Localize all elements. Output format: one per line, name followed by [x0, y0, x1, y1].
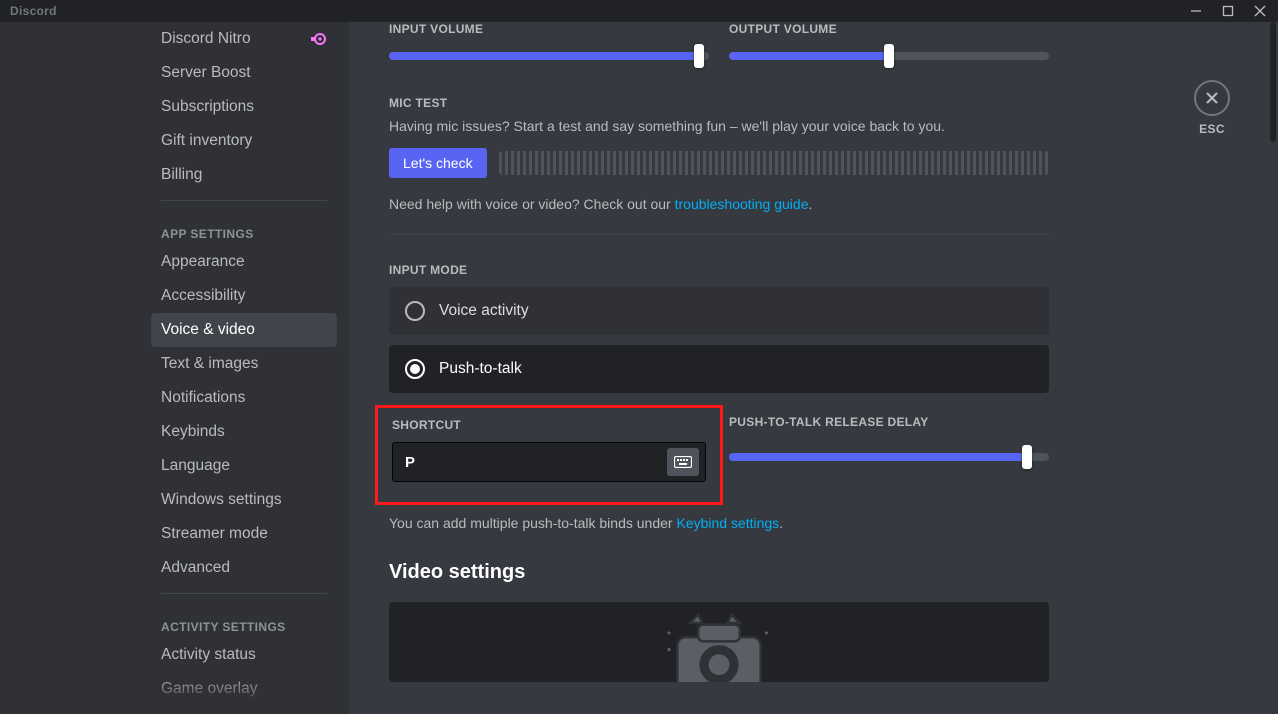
sidebar-item[interactable]: Notifications — [151, 381, 337, 415]
sidebar-item[interactable]: Gift inventory — [151, 124, 337, 158]
sidebar-item-label: Server Boost — [161, 63, 251, 83]
output-volume-label: OUTPUT VOLUME — [729, 22, 1049, 36]
mic-test-button[interactable]: Let's check — [389, 148, 487, 178]
mic-test-description: Having mic issues? Start a test and say … — [389, 118, 1049, 134]
shortcut-value: P — [405, 454, 415, 471]
video-preview-placeholder[interactable] — [389, 602, 1049, 682]
sidebar-item-label: Appearance — [161, 252, 245, 272]
sidebar-item-label: Streamer mode — [161, 524, 268, 544]
nitro-badge-icon — [309, 32, 327, 46]
radio-label: Voice activity — [439, 302, 529, 320]
titlebar: Discord — [0, 0, 1278, 22]
keyboard-icon — [674, 456, 692, 468]
volume-sliders-partial: INPUT VOLUME OUTPUT VOLUME — [389, 22, 1049, 36]
close-settings-button[interactable] — [1194, 80, 1230, 116]
input-mode-push-to-talk[interactable]: Push-to-talk — [389, 345, 1049, 393]
sidebar-item[interactable]: Server Boost — [151, 56, 337, 90]
sidebar-item-label: Keybinds — [161, 422, 225, 442]
sidebar-item-label: Text & images — [161, 354, 258, 374]
sidebar-item-label: Advanced — [161, 558, 230, 578]
sidebar-divider — [161, 200, 327, 201]
sidebar-item[interactable]: Activity status — [151, 638, 337, 672]
close-window-button[interactable] — [1246, 0, 1274, 22]
radio-label: Push-to-talk — [439, 360, 522, 378]
settings-sidebar: Discord Nitro Server Boost Subscriptions Gi… — [0, 22, 349, 714]
sidebar-item[interactable]: Text & images — [151, 347, 337, 381]
voice-help-text: Need help with voice or video? Check out… — [389, 196, 1049, 212]
sidebar-item-label: Activity status — [161, 645, 256, 665]
sidebar-item[interactable]: Windows settings — [151, 483, 337, 517]
mic-level-meter — [499, 151, 1049, 175]
close-settings: ESC — [1194, 80, 1230, 136]
ptt-release-delay-slider[interactable] — [729, 445, 1049, 469]
sidebar-group-header: ACTIVITY SETTINGS — [151, 602, 337, 638]
shortcut-section-highlight: SHORTCUT P — [375, 405, 723, 505]
sidebar-item-label: Discord Nitro — [161, 29, 251, 49]
sidebar-item-label: Language — [161, 456, 230, 476]
sidebar-item-label: Notifications — [161, 388, 245, 408]
sidebar-item-label: Gift inventory — [161, 131, 252, 151]
sidebar-item-label: Accessibility — [161, 286, 245, 306]
sidebar-item-label: Billing — [161, 165, 202, 185]
ptt-binds-note: You can add multiple push-to-talk binds … — [389, 515, 1049, 531]
video-settings-header: Video settings — [389, 561, 1049, 584]
sidebar-divider — [161, 593, 327, 594]
window-controls — [1182, 0, 1274, 22]
sidebar-item[interactable]: Billing — [151, 158, 337, 192]
keyboard-icon-button[interactable] — [667, 448, 699, 476]
radio-icon — [405, 359, 425, 379]
settings-content: INPUT VOLUME OUTPUT VOLUME — [349, 22, 1089, 714]
sidebar-item[interactable]: Discord Nitro — [151, 22, 337, 56]
sidebar-item-label: Windows settings — [161, 490, 282, 510]
input-mode-header: INPUT MODE — [389, 263, 1049, 277]
troubleshooting-link[interactable]: troubleshooting guide — [675, 196, 809, 212]
sidebar-group-header: APP SETTINGS — [151, 209, 337, 245]
minimize-button[interactable] — [1182, 0, 1210, 22]
sidebar-item[interactable]: Subscriptions — [151, 90, 337, 124]
input-volume-slider[interactable] — [389, 44, 709, 68]
camera-placeholder-icon — [639, 608, 799, 682]
divider — [389, 234, 1049, 235]
sidebar-item[interactable]: Game overlay — [151, 672, 337, 706]
sidebar-item-label: Voice & video — [161, 320, 255, 340]
sidebar-item[interactable]: Streamer mode — [151, 517, 337, 551]
shortcut-input[interactable]: P — [392, 442, 706, 482]
keybind-settings-link[interactable]: Keybind settings — [676, 515, 779, 531]
sidebar-item[interactable]: Language — [151, 449, 337, 483]
shortcut-header: SHORTCUT — [392, 418, 706, 432]
mic-test-header: MIC TEST — [389, 96, 1049, 110]
sidebar-item-label: Game overlay — [161, 679, 257, 699]
sidebar-item[interactable]: Appearance — [151, 245, 337, 279]
maximize-button[interactable] — [1214, 0, 1242, 22]
scrollbar-thumb[interactable] — [1270, 22, 1276, 142]
radio-icon — [405, 301, 425, 321]
output-volume-slider[interactable] — [729, 44, 1049, 68]
sidebar-item[interactable]: Keybinds — [151, 415, 337, 449]
ptt-delay-header: PUSH-TO-TALK RELEASE DELAY — [729, 415, 1049, 429]
esc-label: ESC — [1199, 122, 1225, 136]
app-brand: Discord — [10, 4, 57, 18]
close-icon — [1204, 90, 1220, 106]
input-volume-label: INPUT VOLUME — [389, 22, 709, 36]
sidebar-item[interactable]: Advanced — [151, 551, 337, 585]
input-mode-voice-activity[interactable]: Voice activity — [389, 287, 1049, 335]
sidebar-item[interactable]: Accessibility — [151, 279, 337, 313]
sidebar-item[interactable]: Voice & video — [151, 313, 337, 347]
sidebar-item-label: Subscriptions — [161, 97, 254, 117]
